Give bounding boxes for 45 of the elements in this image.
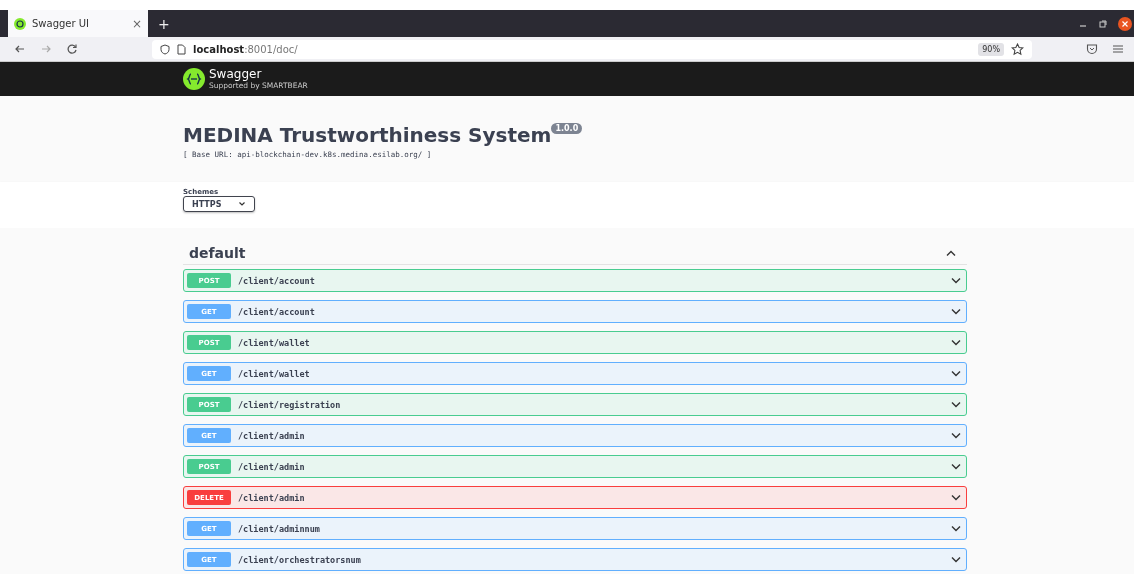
endpoint-path: /client/registration bbox=[238, 399, 342, 410]
api-title: MEDINA Trustworthiness System bbox=[183, 122, 552, 148]
chevron-down-icon bbox=[950, 493, 962, 502]
chevron-down-icon bbox=[950, 276, 962, 285]
chevron-down-icon bbox=[950, 431, 962, 440]
logo-text: Swagger bbox=[209, 68, 263, 81]
endpoint-path: /client/wallet bbox=[238, 368, 311, 379]
address-bar[interactable]: localhost:8001/doc/ 90% bbox=[152, 39, 1032, 59]
tab-title: Swagger UI bbox=[32, 18, 91, 29]
chevron-down-icon bbox=[238, 201, 246, 207]
chevron-down-icon bbox=[950, 338, 962, 347]
endpoint-path: /client/admin bbox=[238, 492, 306, 503]
new-tab-button[interactable]: + bbox=[158, 15, 170, 32]
endpoint-path: /client/account bbox=[238, 306, 316, 317]
chevron-down-icon bbox=[950, 307, 962, 316]
shield-icon bbox=[160, 43, 170, 55]
url-text: localhost:8001/doc/ bbox=[193, 43, 299, 55]
star-icon[interactable] bbox=[1011, 42, 1024, 56]
endpoint-path: /client/wallet bbox=[238, 337, 311, 348]
endpoint-path: /client/admin bbox=[238, 461, 306, 472]
chevron-down-icon bbox=[950, 462, 962, 471]
chevron-down-icon bbox=[950, 369, 962, 378]
zoom-level-button[interactable]: 90% bbox=[978, 42, 1004, 56]
chevron-up-icon bbox=[945, 249, 957, 257]
version-badge: 1.0.0 bbox=[551, 123, 583, 134]
reload-icon[interactable] bbox=[66, 43, 78, 55]
page-icon bbox=[177, 43, 186, 55]
section-header[interactable]: default bbox=[183, 242, 967, 265]
chevron-down-icon bbox=[950, 524, 962, 533]
swagger-logo-icon bbox=[183, 68, 205, 90]
endpoint-path: /client/orchestratorsnum bbox=[238, 554, 362, 565]
endpoint-path: /client/account bbox=[238, 275, 316, 286]
restore-icon[interactable] bbox=[1098, 18, 1108, 29]
endpoint-path: /client/adminnum bbox=[238, 523, 321, 534]
section-title: default bbox=[189, 245, 246, 261]
chevron-down-icon bbox=[950, 555, 962, 564]
pocket-icon[interactable] bbox=[1086, 43, 1098, 55]
swagger-logo-icon bbox=[14, 17, 26, 30]
close-icon[interactable] bbox=[1118, 16, 1132, 31]
schemes-select[interactable]: HTTPS bbox=[183, 196, 255, 212]
chevron-down-icon bbox=[950, 400, 962, 409]
endpoint-path: /client/admin bbox=[238, 430, 306, 441]
browser-tab[interactable]: Swagger UI × bbox=[8, 10, 148, 37]
close-tab-button[interactable]: × bbox=[131, 16, 142, 31]
back-icon[interactable] bbox=[14, 43, 26, 55]
